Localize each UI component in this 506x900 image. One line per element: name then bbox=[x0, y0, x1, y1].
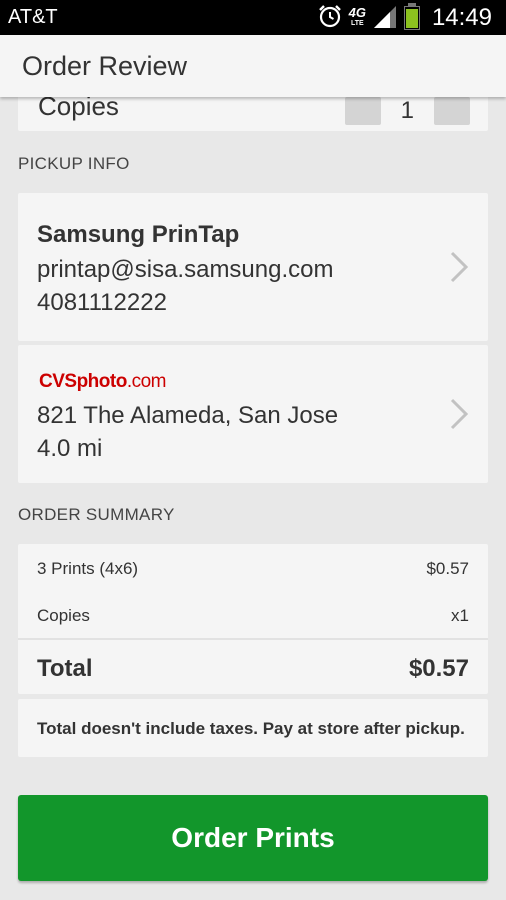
plus-icon[interactable] bbox=[434, 97, 470, 125]
pickup-info-header: PICKUP INFO bbox=[18, 154, 130, 173]
network-4g-lte-icon: 4G LTE bbox=[348, 5, 366, 27]
store-address: 821 The Alameda, San Jose bbox=[37, 402, 339, 429]
carrier-label: AT&T bbox=[8, 6, 58, 28]
summary-total-row: Total $0.57 bbox=[37, 655, 469, 683]
contact-phone: 4081112222 bbox=[37, 289, 167, 316]
summary-row-value: $0.57 bbox=[426, 559, 469, 578]
total-label: Total bbox=[37, 655, 93, 682]
status-bar: AT&T 4G LTE 14:49 bbox=[0, 0, 506, 35]
copies-label: Copies bbox=[38, 97, 119, 121]
total-value: $0.57 bbox=[408, 655, 469, 682]
chevron-right-icon bbox=[448, 250, 470, 284]
page-title: Order Review bbox=[22, 51, 188, 81]
status-icons: 4G LTE bbox=[317, 3, 420, 34]
copies-card: Copies 1 bbox=[18, 97, 488, 131]
pickup-contact-card[interactable]: Samsung PrinTap printap@sisa.samsung.com… bbox=[18, 193, 488, 341]
signal-icon bbox=[372, 4, 398, 33]
summary-row-value: x1 bbox=[451, 606, 469, 625]
app-bar: Order Review bbox=[0, 35, 506, 97]
store-distance: 4.0 mi bbox=[37, 435, 103, 462]
minus-icon[interactable] bbox=[344, 97, 381, 125]
chevron-right-icon bbox=[448, 397, 470, 431]
summary-row-label: 3 Prints (4x6) bbox=[37, 559, 139, 578]
copies-stepper[interactable]: 1 bbox=[344, 97, 470, 125]
summary-row-prints: 3 Prints (4x6) $0.57 bbox=[37, 559, 469, 579]
order-summary-header: ORDER SUMMARY bbox=[18, 505, 175, 524]
order-summary-card: 3 Prints (4x6) $0.57 Copies x1 Total $0.… bbox=[18, 544, 488, 694]
copies-value: 1 bbox=[400, 97, 414, 124]
battery-icon bbox=[404, 3, 420, 30]
tax-note-card: Total doesn't include taxes. Pay at stor… bbox=[18, 699, 488, 757]
pickup-store-card[interactable]: CVSphoto.com 821 The Alameda, San Jose 4… bbox=[18, 345, 488, 483]
contact-name: Samsung PrinTap bbox=[37, 221, 240, 248]
alarm-icon bbox=[317, 3, 343, 34]
clock: 14:49 bbox=[431, 4, 492, 31]
cvs-photo-logo: CVSphoto.com bbox=[39, 371, 167, 392]
tax-note: Total doesn't include taxes. Pay at stor… bbox=[37, 719, 465, 738]
divider bbox=[18, 638, 488, 640]
order-prints-button[interactable]: Order Prints bbox=[18, 795, 488, 881]
summary-row-label: Copies bbox=[37, 606, 90, 625]
summary-row-copies: Copies x1 bbox=[37, 606, 469, 626]
order-review-content[interactable]: Copies 1 PICKUP INFO Samsung PrinTap pri… bbox=[0, 97, 506, 900]
contact-email: printap@sisa.samsung.com bbox=[37, 256, 334, 283]
